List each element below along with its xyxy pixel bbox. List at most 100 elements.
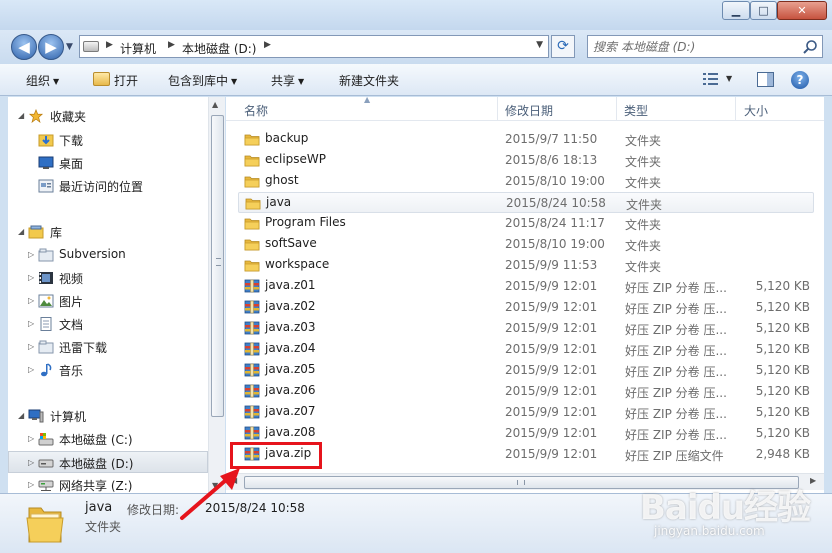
file-row-java-zip[interactable]: java.zip 2015/9/9 12:01 好压 ZIP 压缩文件 2,948 K… [238, 444, 814, 465]
search-box[interactable] [587, 35, 823, 58]
breadcrumb-separator-icon[interactable]: ▶ [106, 40, 113, 50]
refresh-button[interactable]: ⟳ [551, 35, 575, 58]
collapse-icon[interactable]: ◢ [18, 111, 24, 120]
nav-pane-scrollbar[interactable]: ▲ ▼ [208, 97, 225, 493]
file-name: softSave [265, 236, 317, 250]
expand-icon[interactable]: ▷ [28, 434, 34, 443]
file-type: 好压 ZIP 分卷 压... [625, 344, 727, 358]
help-icon[interactable]: ? [791, 71, 809, 89]
nav-libraries[interactable]: ◢ 库 [8, 221, 208, 243]
collapse-icon[interactable]: ◢ [18, 411, 24, 420]
file-type: 好压 ZIP 分卷 压... [625, 365, 727, 379]
address-bar[interactable]: ▶ 计算机 ▶ 本地磁盘 (D:) ▶ ▼ [79, 35, 549, 58]
scroll-up-icon[interactable]: ▲ [212, 100, 218, 109]
minimize-button[interactable]: ▁ [722, 1, 750, 20]
nav-libraries-label: 库 [50, 226, 63, 240]
column-type[interactable]: 类型 [624, 102, 648, 119]
column-divider[interactable] [735, 97, 736, 121]
expand-icon[interactable]: ▷ [28, 296, 34, 305]
nav-item-subversion[interactable]: ▷ Subversion [8, 244, 208, 266]
file-type: 好压 ZIP 分卷 压... [625, 302, 727, 316]
nav-item-label: 网络共享 (Z:) [59, 479, 133, 493]
nav-item-videos[interactable]: ▷ 视频 [8, 267, 208, 289]
nav-item-drive-c[interactable]: ▷ 本地磁盘 (C:) [8, 428, 208, 450]
expand-icon[interactable]: ▷ [28, 365, 34, 374]
expand-icon[interactable]: ▷ [28, 319, 34, 328]
file-date: 2015/9/9 12:01 [505, 342, 598, 356]
share-button[interactable]: 共享 ▼ [271, 72, 304, 89]
column-size[interactable]: 大小 [744, 102, 768, 119]
address-dropdown-icon[interactable]: ▼ [536, 40, 543, 50]
file-date: 2015/8/6 18:13 [505, 153, 598, 167]
breadcrumb-separator-icon[interactable]: ▶ [264, 40, 271, 50]
file-row-java-z01[interactable]: java.z01 2015/9/9 12:01 好压 ZIP 分卷 压... 5,12… [238, 276, 814, 297]
file-row-java-z07[interactable]: java.z07 2015/9/9 12:01 好压 ZIP 分卷 压... 5,12… [238, 402, 814, 423]
forward-button[interactable]: ▶ [38, 34, 64, 60]
nav-item-pictures[interactable]: ▷ 图片 [8, 290, 208, 312]
watermark-url: jingyan.baidu.com [654, 524, 765, 538]
search-input[interactable] [588, 36, 798, 57]
file-row-java-z04[interactable]: java.z04 2015/9/9 12:01 好压 ZIP 分卷 压... 5,12… [238, 339, 814, 360]
nav-item-downloads[interactable]: 下载 [8, 129, 208, 151]
file-date: 2015/8/10 19:00 [505, 237, 605, 251]
nav-favorites[interactable]: ◢ 收藏夹 [8, 105, 208, 127]
expand-icon[interactable]: ▷ [28, 250, 34, 259]
title-bar: ▁ □ ✕ [0, 0, 832, 30]
nav-item-music[interactable]: ▷ 音乐 [8, 359, 208, 381]
open-button[interactable]: 打开 [114, 72, 138, 89]
file-row-program-files[interactable]: Program Files 2015/8/24 11:17 文件夹 [238, 213, 814, 234]
view-options-icon[interactable] [703, 73, 718, 85]
view-dropdown-icon[interactable]: ▼ [726, 74, 732, 83]
nav-item-desktop[interactable]: 桌面 [8, 152, 208, 174]
column-date-modified[interactable]: 修改日期 [505, 102, 553, 119]
column-divider[interactable] [497, 97, 498, 121]
nav-computer-label: 计算机 [50, 410, 87, 424]
back-button[interactable]: ◀ [11, 34, 37, 60]
file-name: java.z04 [265, 341, 316, 355]
file-row-java-z08[interactable]: java.z08 2015/9/9 12:01 好压 ZIP 分卷 压... 5,12… [238, 423, 814, 444]
breadcrumb-computer[interactable]: 计算机 [120, 40, 156, 57]
breadcrumb-separator-icon[interactable]: ▶ [168, 40, 175, 50]
expand-icon[interactable]: ▷ [28, 480, 34, 489]
file-type: 文件夹 [625, 239, 662, 253]
file-row-java-z06[interactable]: java.z06 2015/9/9 12:01 好压 ZIP 分卷 压... 5,12… [238, 381, 814, 402]
expand-icon[interactable]: ▷ [28, 458, 34, 467]
file-date: 2015/8/24 11:17 [505, 216, 605, 230]
expand-icon[interactable]: ▷ [28, 342, 34, 351]
preview-pane-icon[interactable] [757, 72, 774, 87]
file-row-eclipsewp[interactable]: eclipseWP 2015/8/6 18:13 文件夹 [238, 150, 814, 171]
nav-computer[interactable]: ◢ 计算机 [8, 405, 208, 427]
file-row-java-z02[interactable]: java.z02 2015/9/9 12:01 好压 ZIP 分卷 压... 5,12… [238, 297, 814, 318]
collapse-icon[interactable]: ◢ [18, 227, 24, 236]
include-in-library-button[interactable]: 包含到库中 ▼ [168, 72, 237, 89]
search-icon[interactable] [802, 39, 818, 55]
column-divider[interactable] [616, 97, 617, 121]
nav-item-documents[interactable]: ▷ 文档 [8, 313, 208, 335]
file-row-softsave[interactable]: softSave 2015/8/10 19:00 文件夹 [238, 234, 814, 255]
file-row-java[interactable]: java 2015/8/24 10:58 文件夹 [238, 192, 814, 213]
maximize-button[interactable]: □ [750, 1, 777, 20]
file-row-java-z03[interactable]: java.z03 2015/9/9 12:01 好压 ZIP 分卷 压... 5,12… [238, 318, 814, 339]
file-type: 文件夹 [625, 218, 662, 232]
file-name: java.z02 [265, 299, 316, 313]
nav-item-label: 下载 [59, 134, 84, 148]
expand-icon[interactable]: ▷ [28, 273, 34, 282]
organize-button[interactable]: 组织 ▼ [26, 72, 59, 89]
file-row-java-z05[interactable]: java.z05 2015/9/9 12:01 好压 ZIP 分卷 压... 5,12… [238, 360, 814, 381]
scrollbar-thumb[interactable] [211, 115, 224, 417]
file-size: 5,120 KB [755, 426, 810, 440]
breadcrumb-drive-d[interactable]: 本地磁盘 (D:) [182, 40, 256, 57]
nav-item-recent-places[interactable]: 最近访问的位置 [8, 175, 208, 197]
file-type: 文件夹 [625, 134, 662, 148]
computer-icon [28, 409, 44, 423]
nav-item-thunder-downloads[interactable]: ▷ 迅雷下载 [8, 336, 208, 358]
new-folder-button[interactable]: 新建文件夹 [339, 72, 399, 89]
column-name[interactable]: 名称 [244, 102, 268, 119]
drive-icon [38, 459, 54, 468]
file-row-ghost[interactable]: ghost 2015/8/10 19:00 文件夹 [238, 171, 814, 192]
recent-pages-dropdown[interactable]: ▼ [66, 42, 73, 52]
file-row-backup[interactable]: backup 2015/9/7 11:50 文件夹 [238, 129, 814, 150]
file-row-workspace[interactable]: workspace 2015/9/9 11:53 文件夹 [238, 255, 814, 276]
close-button[interactable]: ✕ [777, 1, 827, 20]
organize-label: 组织 [26, 74, 51, 88]
